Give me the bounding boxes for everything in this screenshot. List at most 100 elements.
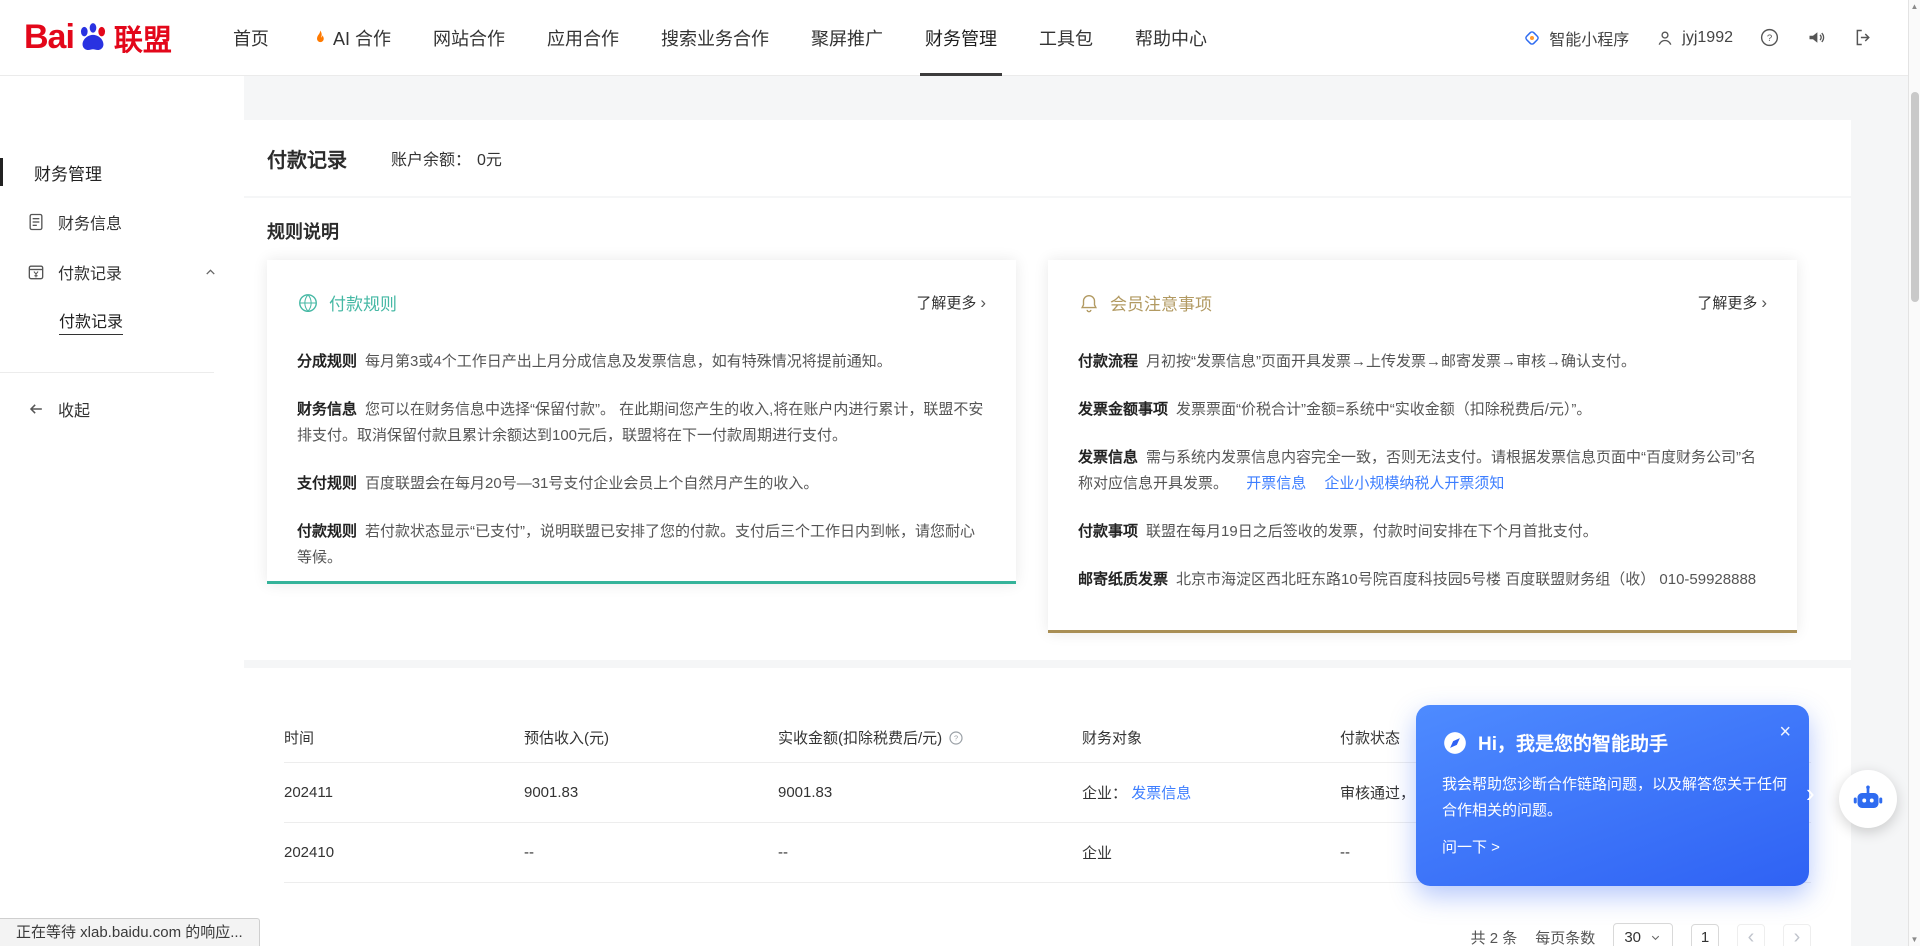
chevron-right-icon: › [980, 293, 986, 313]
speaker-icon[interactable] [1806, 27, 1827, 48]
caret-down-icon [1649, 931, 1662, 944]
close-icon[interactable]: × [1779, 721, 1791, 744]
collapse-arrow-icon [26, 399, 46, 419]
navbar-right: 智能小程序 jyj1992 ? [1522, 26, 1874, 50]
sidebar-section-finance: 财务管理 [0, 147, 244, 197]
nav-item-website-coop[interactable]: 网站合作 [412, 0, 526, 76]
paw-icon [74, 19, 112, 57]
member-notes-more-link[interactable]: 了解更多› [1697, 292, 1767, 313]
total-count: 共 2 条 [1471, 927, 1518, 946]
rules-title: 规则说明 [267, 218, 1851, 244]
miniprogram-icon [1522, 28, 1542, 48]
user-account[interactable]: jyj1992 [1655, 28, 1733, 48]
robot-icon [1850, 781, 1886, 817]
chevron-right-icon: › [1761, 293, 1767, 313]
sidebar-item-finance-info[interactable]: 财务信息 [0, 197, 244, 247]
miniprogram-entry[interactable]: 智能小程序 [1522, 26, 1629, 50]
small-taxpayer-notice-link[interactable]: 企业小规模纳税人开票须知 [1324, 475, 1504, 492]
baidu-union-logo[interactable]: Bai 联盟 [24, 17, 172, 59]
nav-item-finance[interactable]: 财务管理 [904, 0, 1018, 76]
ask-now-link[interactable]: 问一下 > [1442, 836, 1500, 857]
nav-item-app-coop[interactable]: 应用合作 [526, 0, 640, 76]
scroll-down-icon[interactable]: ▼ [1909, 935, 1920, 944]
flame-icon [311, 29, 329, 47]
rule-item: 发票金额事项发票票面“价税合计”金额=系统中“实收金额（扣除税费后/元）”。 [1078, 397, 1767, 423]
assistant-title: Hi，我是您的智能助手 [1478, 729, 1668, 756]
invoice-info-link[interactable]: 发票信息 [1131, 785, 1191, 802]
member-notes-card-header: 会员注意事项 了解更多› [1078, 290, 1767, 315]
scrollbar-thumb[interactable] [1911, 92, 1919, 302]
logo-text-bai: Bai [24, 18, 74, 57]
browser-status-bar: 正在等待 xlab.baidu.com 的响应... [0, 918, 260, 946]
nav-item-search-coop[interactable]: 搜索业务合作 [640, 0, 790, 76]
help-icon[interactable]: ? [1759, 27, 1780, 48]
assistant-header: Hi，我是您的智能助手 [1442, 729, 1783, 756]
cell-time: 202410 [284, 844, 524, 861]
nav-item-help-center[interactable]: 帮助中心 [1114, 0, 1228, 76]
question-circle-icon[interactable]: ? [948, 730, 964, 746]
rules-section: 规则说明 付款规则 了解更多› [244, 198, 1851, 660]
sidebar-item-payment-record[interactable]: 付款记录 [0, 247, 244, 297]
document-icon [26, 212, 46, 232]
page-title: 付款记录 [267, 144, 347, 173]
svg-text:?: ? [1767, 33, 1772, 44]
assistant-popup: Hi，我是您的智能助手 × 我会帮助您诊断合作链路问题，以及解答您关于任何合作相… [1416, 705, 1809, 886]
sidebar-divider [0, 372, 214, 373]
per-page-label: 每页条数 [1535, 927, 1595, 946]
top-navbar: Bai 联盟 首页 AI 合作 网站合作 应用合作 搜索业务合作 聚屏推广 财务… [0, 0, 1908, 76]
nav-item-home[interactable]: 首页 [212, 0, 290, 76]
payment-record-icon [26, 262, 46, 282]
logo-text-union: 联盟 [114, 17, 172, 59]
member-notes-card-body: 付款流程月初按“发票信息”页面开具发票→上传发票→邮寄发票→审核→确认支付。 发… [1078, 349, 1767, 593]
compass-icon [1442, 730, 1468, 756]
rule-item: 邮寄纸质发票北京市海淀区西北旺东路10号院百度科技园5号楼 百度联盟财务组（收）… [1078, 567, 1767, 593]
vertical-scrollbar[interactable]: ▲ ▼ [1908, 0, 1920, 946]
sidebar-collapse-button[interactable]: 收起 [0, 387, 244, 431]
col-header-time: 时间 [284, 727, 524, 748]
member-notes-card-title: 会员注意事项 [1110, 290, 1212, 315]
nav-item-toolkit[interactable]: 工具包 [1018, 0, 1114, 76]
pagination: 共 2 条 每页条数 30 1 ‹ › [284, 923, 1811, 946]
per-page-select[interactable]: 30 [1613, 923, 1673, 946]
cell-estimated: -- [524, 844, 778, 861]
payment-rules-more-link[interactable]: 了解更多› [916, 292, 986, 313]
popup-arrow-icon: › [1806, 778, 1815, 809]
rule-item: 支付规则百度联盟会在每月20号—31号支付企业会员上个自然月产生的收入。 [297, 471, 986, 497]
sidebar: 财务管理 财务信息 付款记录 付款记录 [0, 76, 244, 946]
cell-actual: 9001.83 [778, 784, 1082, 801]
rule-item: 付款事项联盟在每月19日之后签收的发票，付款时间安排在下个月首批支付。 [1078, 519, 1767, 545]
payment-rules-card-title: 付款规则 [329, 290, 397, 315]
scroll-up-icon[interactable]: ▲ [1909, 2, 1920, 11]
user-icon [1655, 28, 1675, 48]
rules-cards: 付款规则 了解更多› 分成规则每月第3或4个工作日产出上月分成信息及发票信息，如… [267, 260, 1851, 633]
prev-page-icon[interactable]: ‹ [1737, 924, 1765, 946]
globe-icon [297, 292, 319, 314]
assistant-message: 我会帮助您诊断合作链路问题，以及解答您关于任何合作相关的问题。 [1442, 772, 1787, 824]
chevron-up-icon [203, 265, 218, 280]
sidebar-subitem-payment-record[interactable]: 付款记录 [0, 297, 244, 345]
cell-entity: 企业： 发票信息 [1082, 782, 1340, 803]
nav-item-juping[interactable]: 聚屏推广 [790, 0, 904, 76]
cell-entity: 企业 [1082, 842, 1340, 863]
next-page-icon[interactable]: › [1783, 924, 1811, 946]
payment-rules-card: 付款规则 了解更多› 分成规则每月第3或4个工作日产出上月分成信息及发票信息，如… [267, 260, 1016, 584]
page-header-band: 付款记录 账户余额：0元 [244, 120, 1851, 196]
nav-item-ai-coop[interactable]: AI 合作 [290, 0, 412, 76]
bell-icon [1078, 292, 1100, 314]
account-balance: 账户余额：0元 [391, 146, 502, 170]
logout-icon[interactable] [1853, 27, 1874, 48]
page-number-button[interactable]: 1 [1691, 924, 1719, 946]
rule-item: 发票信息需与系统内发票信息内容完全一致，否则无法支付。请根据发票信息页面中“百度… [1078, 445, 1767, 497]
cell-actual: -- [778, 844, 1082, 861]
assistant-robot-button[interactable] [1839, 770, 1897, 828]
member-notes-card: 会员注意事项 了解更多› 付款流程月初按“发票信息”页面开具发票→上传发票→邮寄… [1048, 260, 1797, 633]
col-header-actual: 实收金额(扣除税费后/元) ? [778, 727, 1082, 748]
rule-item: 付款规则若付款状态显示“已支付”，说明联盟已安排了您的付款。支付后三个工作日内到… [297, 519, 986, 571]
invoice-open-info-link[interactable]: 开票信息 [1246, 475, 1306, 492]
main-nav: 首页 AI 合作 网站合作 应用合作 搜索业务合作 聚屏推广 财务管理 工具包 … [212, 0, 1228, 76]
cell-time: 202411 [284, 784, 524, 801]
rule-item: 付款流程月初按“发票信息”页面开具发票→上传发票→邮寄发票→审核→确认支付。 [1078, 349, 1767, 375]
cell-estimated: 9001.83 [524, 784, 778, 801]
col-header-entity: 财务对象 [1082, 727, 1340, 748]
payment-rules-card-body: 分成规则每月第3或4个工作日产出上月分成信息及发票信息，如有特殊情况将提前通知。… [297, 349, 986, 571]
